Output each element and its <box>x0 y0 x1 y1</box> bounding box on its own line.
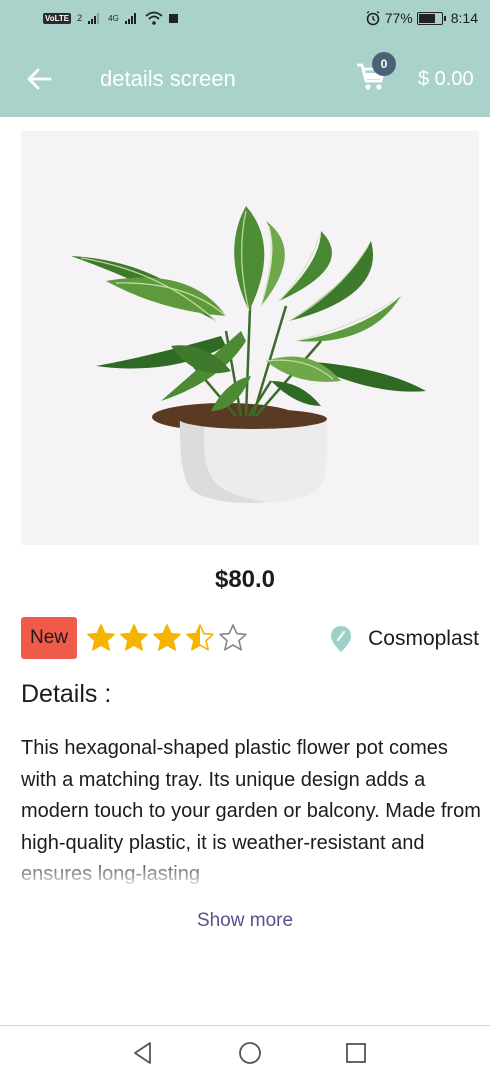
status-left: VoLTE 2 4G <box>43 11 178 25</box>
show-more-button[interactable]: Show more <box>0 910 490 932</box>
star-full-icon <box>120 624 148 651</box>
description-fade <box>0 855 490 887</box>
top-bar: VoLTE 2 4G 77% 8:14 details screen 0 $ 0… <box>0 0 490 117</box>
clock: 8:14 <box>450 10 478 26</box>
star-full-icon <box>87 624 115 651</box>
alarm-icon <box>366 10 380 26</box>
battery-icon <box>416 11 446 25</box>
signal-icon-2 <box>124 13 136 24</box>
star-half-icon <box>186 624 214 651</box>
sim-slot: 2 <box>77 13 83 23</box>
signal-icon <box>88 13 100 24</box>
nav-recents-button[interactable] <box>343 1040 369 1066</box>
cart-count-badge: 0 <box>372 52 396 76</box>
star-empty-icon <box>219 624 247 651</box>
page-title: details screen <box>100 66 236 91</box>
product-image <box>21 131 479 545</box>
system-nav-bar <box>0 1025 490 1080</box>
star-full-icon <box>153 624 181 651</box>
wifi-icon <box>145 11 163 25</box>
circle-home-icon <box>239 1042 261 1064</box>
brand-info: Cosmoplast <box>330 625 479 653</box>
triangle-back-icon <box>134 1042 151 1064</box>
details-heading: Details : <box>21 680 112 708</box>
status-right: 77% 8:14 <box>365 10 478 26</box>
status-bar: VoLTE 2 4G 77% 8:14 <box>0 0 490 40</box>
battery-percent: 77% <box>384 10 413 26</box>
product-price: $80.0 <box>214 566 276 593</box>
new-badge: New <box>21 617 77 659</box>
plant-image <box>71 206 426 503</box>
arrow-left-icon <box>27 68 52 90</box>
location-pin-icon <box>331 626 352 652</box>
network-type: 4G <box>108 13 119 23</box>
brand-name: Cosmoplast <box>368 627 479 650</box>
nav-back-button[interactable] <box>130 1040 156 1066</box>
back-button[interactable] <box>22 62 56 96</box>
volte-indicator: VoLTE <box>43 12 72 24</box>
product-meta-row: New Cosmoplast <box>21 617 479 659</box>
nav-home-button[interactable] <box>237 1040 263 1066</box>
notification-icon <box>168 13 178 23</box>
cart-total: $ 0.00 <box>418 68 474 90</box>
app-bar: details screen 0 $ 0.00 <box>0 40 490 117</box>
square-recents-icon <box>346 1043 366 1063</box>
rating-stars <box>86 623 248 653</box>
